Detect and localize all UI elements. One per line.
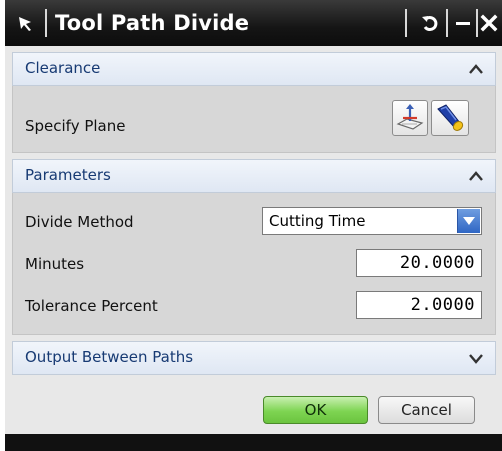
- parameters-section-header[interactable]: Parameters: [12, 159, 496, 193]
- minutes-input[interactable]: 20.0000: [356, 249, 482, 277]
- dialog-bottom-border: [5, 434, 502, 451]
- tolerance-percent-label: Tolerance Percent: [25, 297, 158, 315]
- clearance-section-body: Specify Plane: [12, 86, 496, 153]
- divide-method-label: Divide Method: [25, 213, 134, 231]
- dropdown-arrow-icon[interactable]: [457, 209, 480, 233]
- parameters-header-label: Parameters: [25, 166, 111, 184]
- chevron-up-icon[interactable]: [467, 169, 485, 183]
- output-section-header[interactable]: Output Between Paths: [12, 341, 496, 375]
- flashlight-icon: [437, 104, 464, 131]
- chevron-down-icon[interactable]: [467, 351, 485, 365]
- tool-path-divide-dialog: Tool Path Divide Clearance Specify Plane…: [5, 0, 502, 451]
- selection-arrow-icon[interactable]: [7, 6, 43, 42]
- ok-button[interactable]: OK: [263, 396, 368, 424]
- close-icon[interactable]: [474, 8, 502, 38]
- clearance-header-label: Clearance: [25, 59, 101, 77]
- title-bar[interactable]: Tool Path Divide: [5, 0, 502, 46]
- parameters-section-body: Divide Method Cutting Time Minutes 20.00…: [12, 193, 496, 335]
- plane-dialog-button[interactable]: [392, 100, 428, 136]
- reset-icon[interactable]: [415, 8, 445, 38]
- cancel-button[interactable]: Cancel: [378, 396, 475, 424]
- specify-plane-label: Specify Plane: [25, 117, 126, 135]
- output-header-label: Output Between Paths: [25, 348, 194, 366]
- divide-method-value: Cutting Time: [269, 212, 366, 230]
- chevron-up-icon[interactable]: [467, 62, 485, 76]
- plane-dialog-icon: [396, 104, 424, 130]
- minutes-label: Minutes: [25, 255, 85, 273]
- title-separator: [45, 9, 47, 37]
- clearance-section-header[interactable]: Clearance: [12, 52, 496, 86]
- divide-method-dropdown[interactable]: Cutting Time: [262, 207, 482, 235]
- window-title: Tool Path Divide: [55, 11, 250, 35]
- title-separator: [405, 9, 407, 37]
- tolerance-percent-input[interactable]: 2.0000: [356, 291, 482, 319]
- plane-list-button[interactable]: [431, 100, 469, 136]
